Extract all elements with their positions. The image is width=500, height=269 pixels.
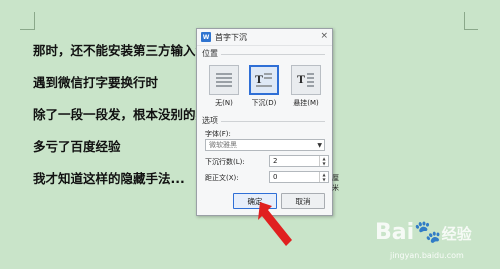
watermark-brand: Bai [375,220,415,245]
margin-mark [34,12,35,30]
watermark-url: jingyan.baidu.com [390,251,464,260]
divider [221,121,325,122]
svg-text:T: T [297,72,305,86]
baidu-watermark: Bai🐾经验 [375,220,472,245]
lines-label: 下沉行数(L): [205,158,245,166]
font-label: 字体(F): [205,130,231,138]
distance-value: 0 [273,173,278,181]
font-select[interactable]: 微软雅黑 ▼ [205,139,325,151]
dialog-title: 首字下沉 [215,32,247,42]
margin-mark [464,12,465,30]
no-dropcap-icon [209,65,239,95]
lines-value: 2 [273,157,278,165]
dropped-icon: T [249,65,279,95]
position-label: 无(N) [215,99,233,107]
distance-stepper[interactable]: 0 ▲ ▼ [269,171,329,183]
distance-label: 距正文(X): [205,174,239,182]
dialog-titlebar: W 首字下沉 × [197,29,332,46]
position-option-dropped[interactable]: T 下沉(D) [247,65,281,108]
options-section-label: 选项 [202,116,218,125]
margin-mark [20,29,34,30]
dropcap-dialog: W 首字下沉 × 位置 无(N) T 下沉(D) T 悬挂(M) 选项 字体(F… [196,28,339,216]
watermark-suffix: 经验 [441,225,472,243]
stepper-arrows-icon[interactable]: ▲ ▼ [319,156,328,166]
margin-mark [464,29,478,30]
document-line: 那时，还不能安装第三方输入法 [33,43,209,58]
unit-select[interactable]: 厘米 [332,173,339,193]
unit-value: 厘米 [332,174,339,192]
margin-icon: T [291,65,321,95]
position-label: 下沉(D) [251,99,277,107]
svg-text:T: T [255,72,263,86]
position-section-label: 位置 [202,49,218,58]
red-arrow-pointer [258,200,298,264]
document-line: 我才知道这样的隐藏手法... [33,171,185,186]
wps-app-icon: W [201,32,211,42]
font-select-value: 微软雅黑 [209,141,237,149]
stepper-arrows-icon[interactable]: ▲ ▼ [319,172,328,182]
position-option-none[interactable]: 无(N) [207,65,241,108]
lines-stepper[interactable]: 2 ▲ ▼ [269,155,329,167]
paw-icon: 🐾 [414,220,442,245]
document-line: 遇到微信打字要换行时 [33,75,159,90]
document-line: 多亏了百度经验 [33,139,121,154]
close-icon[interactable]: × [320,31,328,41]
position-option-margin[interactable]: T 悬挂(M) [289,65,323,108]
document-line: 除了一段一段发，根本没别的办 [33,107,209,122]
position-label: 悬挂(M) [293,99,319,107]
chevron-down-icon: ▼ [317,141,322,149]
divider [221,54,325,55]
